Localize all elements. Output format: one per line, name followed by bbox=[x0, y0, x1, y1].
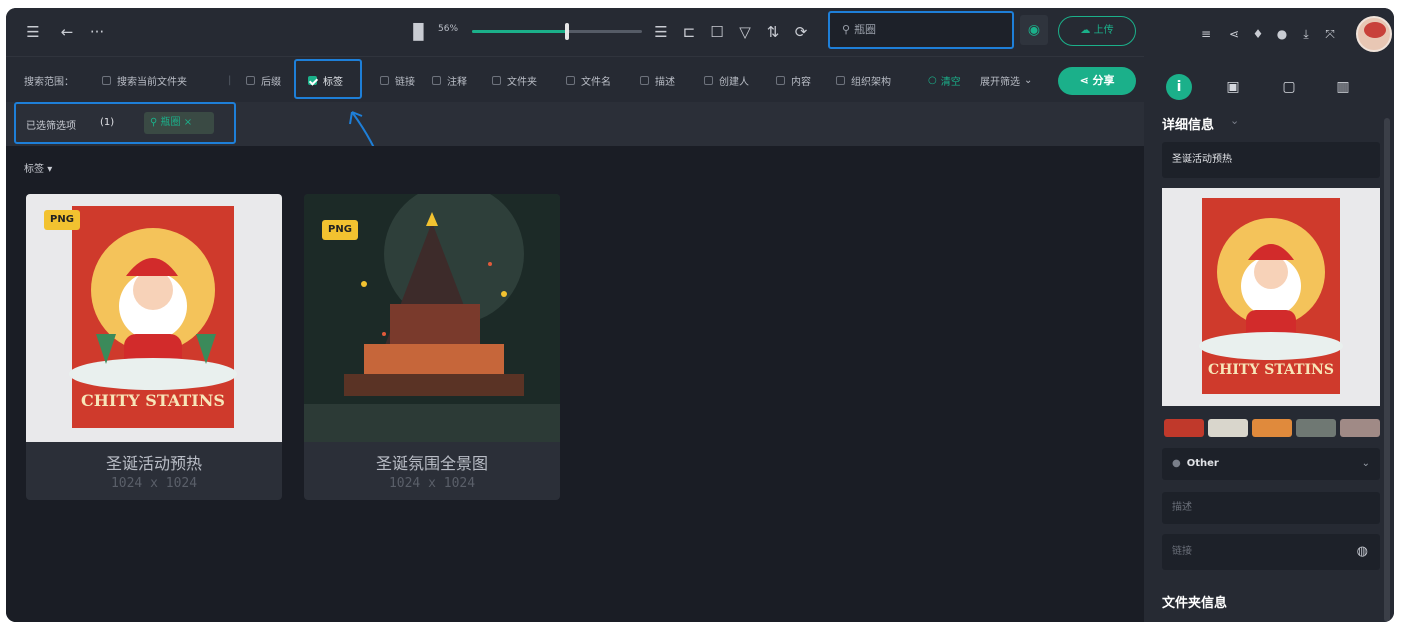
zoom-label: 56% bbox=[438, 24, 459, 34]
selected-filters-count: (1) bbox=[100, 117, 115, 128]
cloud-upload-icon: ☁ bbox=[1080, 25, 1091, 36]
sort-icon[interactable]: ⇅ bbox=[764, 22, 782, 42]
filter-option-note[interactable]: 注释 bbox=[432, 57, 467, 103]
zoom-slider-fill bbox=[472, 30, 568, 33]
color-swatch[interactable] bbox=[1208, 419, 1248, 437]
link-field[interactable]: 链接 ◍ bbox=[1162, 534, 1380, 570]
download-icon[interactable]: ⤓ bbox=[1298, 26, 1314, 42]
color-swatch[interactable] bbox=[1252, 419, 1292, 437]
close-icon[interactable]: × bbox=[184, 117, 192, 128]
search-box[interactable]: ⚲ 瓶圈 bbox=[828, 11, 1014, 49]
file-type-badge: PNG bbox=[322, 220, 358, 240]
dot-icon: ● bbox=[1172, 458, 1181, 469]
filter-option-creator[interactable]: 创建人 bbox=[704, 57, 749, 103]
asset-dimensions: 1024 x 1024 bbox=[110, 476, 198, 491]
asset-card[interactable]: CHITY STATINS PNG 圣诞活动预热 1024 x 1024 bbox=[26, 194, 282, 500]
search-input[interactable]: ⚲ 瓶圈 bbox=[836, 19, 1006, 41]
upload-label: 上传 bbox=[1093, 25, 1114, 36]
select-box-icon[interactable]: ☐ bbox=[708, 22, 726, 42]
preview-image: CHITY STATINS bbox=[1162, 188, 1380, 406]
color-swatch[interactable] bbox=[1340, 419, 1380, 437]
list-view-icon[interactable]: ☰ bbox=[652, 22, 670, 42]
group-header[interactable]: 标签 ▾ bbox=[24, 160, 52, 175]
camera-icon: ◉ bbox=[1027, 22, 1041, 38]
search-scope-bar: 搜索范围： 搜索当前文件夹 | 后缀 标签 链接 注释 文件夹 文件名 描述 创… bbox=[6, 56, 1144, 102]
asset-card[interactable]: PNG 圣诞氛围全景图 1024 x 1024 bbox=[304, 194, 560, 500]
content-area: 标签 ▾ CHITY STATINS PNG 圣诞活动预热 1024 x 102… bbox=[6, 146, 1144, 622]
chevron-down-icon[interactable]: ⌄ bbox=[1230, 114, 1239, 127]
poster-headline: CHITY STATINS bbox=[81, 391, 225, 410]
fullscreen-icon[interactable]: ⤧ bbox=[1322, 26, 1338, 42]
selected-filters-bar: 已选筛选项 (1) ⚲ 瓶圈 × bbox=[6, 102, 1144, 146]
image-tab-icon[interactable]: ▣ bbox=[1220, 74, 1246, 100]
filter-option-description[interactable]: 描述 bbox=[640, 57, 675, 103]
color-swatch[interactable] bbox=[1296, 419, 1336, 437]
zoom-slider-handle[interactable] bbox=[565, 23, 570, 40]
refresh-icon[interactable]: ⟳ bbox=[792, 22, 810, 42]
list-icon[interactable]: ≡ bbox=[1198, 26, 1214, 42]
camera-search-button[interactable]: ◉ bbox=[1020, 15, 1048, 45]
filter-option-current-folder[interactable]: 搜索当前文件夹 bbox=[102, 57, 187, 103]
clear-filter-button[interactable]: ○ 清空 bbox=[928, 57, 961, 103]
filter-icon[interactable]: ▽ bbox=[736, 22, 754, 42]
divider: | bbox=[228, 74, 232, 86]
asset-thumbnail: CHITY STATINS bbox=[26, 194, 282, 442]
details-title: 详细信息 bbox=[1162, 118, 1215, 133]
save-icon[interactable]: ▉ bbox=[410, 22, 428, 42]
filter-option-suffix[interactable]: 后缀 bbox=[246, 57, 281, 103]
expand-filter-button[interactable]: 展开筛选 ⌄ bbox=[980, 57, 1032, 103]
filter-option-org[interactable]: 组织架构 bbox=[836, 57, 891, 103]
menu-icon[interactable]: ☰ bbox=[24, 22, 42, 42]
caret-down-icon: ▾ bbox=[47, 164, 53, 175]
search-query-text: 瓶圈 bbox=[854, 23, 877, 36]
asset-title: 圣诞活动预热 bbox=[105, 454, 202, 473]
filter-option-filename[interactable]: 文件名 bbox=[566, 57, 611, 103]
share-icon: ⋖ bbox=[1079, 74, 1089, 87]
chevron-down-icon: ⌄ bbox=[1024, 74, 1033, 86]
checkbox-checked-icon bbox=[308, 75, 317, 85]
more-icon[interactable]: ··· bbox=[88, 22, 106, 42]
filter-option-tag[interactable]: 标签 bbox=[308, 57, 343, 103]
name-field[interactable]: 圣诞活动预热 bbox=[1162, 142, 1380, 178]
description-field[interactable]: 描述 bbox=[1162, 492, 1380, 524]
share-button[interactable]: ⋖ 分享 bbox=[1058, 67, 1136, 95]
poster-headline: CHITY STATINS bbox=[1208, 362, 1334, 378]
info-tab-icon[interactable]: i bbox=[1166, 74, 1192, 100]
color-swatch[interactable] bbox=[1164, 419, 1204, 437]
top-toolbar: ☰ ← ··· ▉ 56% ☰ ⊏ ☐ ▽ ⇅ ⟳ ⚲ 瓶圈 ◉ ☁ 上传 bbox=[6, 8, 1144, 56]
filter-chip[interactable]: ⚲ 瓶圈 × bbox=[144, 112, 214, 134]
clear-icon: ○ bbox=[928, 74, 937, 86]
folder-info-title: 文件夹信息 bbox=[1162, 596, 1228, 611]
user-icon[interactable]: ● bbox=[1274, 26, 1290, 42]
search-scope-label: 搜索范围： bbox=[24, 76, 74, 88]
search-icon: ⚲ bbox=[842, 23, 851, 36]
layout-icon[interactable]: ⊏ bbox=[680, 22, 698, 42]
app-window: ☰ ← ··· ▉ 56% ☰ ⊏ ☐ ▽ ⇅ ⟳ ⚲ 瓶圈 ◉ ☁ 上传 搜索范… bbox=[6, 8, 1394, 622]
asset-title: 圣诞氛围全景图 bbox=[375, 454, 488, 473]
details-scrollbar[interactable] bbox=[1384, 118, 1390, 622]
share-icon[interactable]: ⋖ bbox=[1226, 26, 1242, 42]
asset-dimensions: 1024 x 1024 bbox=[388, 476, 476, 491]
filter-option-folder[interactable]: 文件夹 bbox=[492, 57, 537, 103]
chevron-down-icon: ⌄ bbox=[1361, 458, 1370, 469]
search-icon: ⚲ bbox=[150, 117, 158, 128]
avatar[interactable] bbox=[1356, 16, 1392, 52]
category-select[interactable]: ● Other ⌄ bbox=[1162, 448, 1380, 480]
chart-tab-icon[interactable]: ▥ bbox=[1330, 74, 1356, 100]
folder-tab-icon[interactable]: ▢ bbox=[1276, 74, 1302, 100]
globe-icon[interactable]: ◍ bbox=[1357, 534, 1368, 570]
filter-option-content[interactable]: 内容 bbox=[776, 57, 811, 103]
details-panel: ≡ ⋖ ♦ ● ⤓ ⤧ i ▣ ▢ ▥ 详细信息 ⌄ 圣诞活动预热 CHITY … bbox=[1144, 8, 1394, 622]
selected-filters-label: 已选筛选项 bbox=[26, 121, 76, 132]
upload-button[interactable]: ☁ 上传 bbox=[1058, 16, 1136, 46]
file-type-badge: PNG bbox=[44, 210, 80, 230]
back-arrow-icon[interactable]: ← bbox=[58, 22, 76, 42]
bell-icon[interactable]: ♦ bbox=[1250, 26, 1266, 42]
zoom-slider[interactable] bbox=[472, 23, 642, 40]
filter-option-link[interactable]: 链接 bbox=[380, 57, 415, 103]
